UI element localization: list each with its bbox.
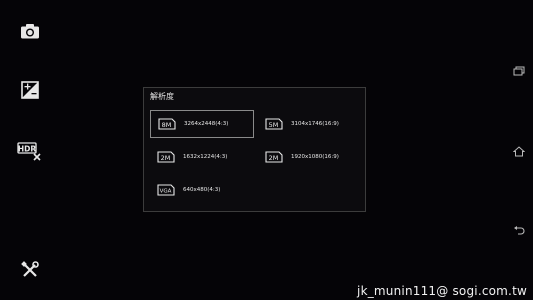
resolution-8m-icon: 8M bbox=[158, 118, 176, 130]
svg-text:8M: 8M bbox=[162, 121, 172, 129]
camera-controls-rail: HDR bbox=[0, 0, 60, 300]
recent-apps-icon[interactable] bbox=[511, 64, 527, 78]
settings-tools-icon[interactable] bbox=[16, 258, 44, 282]
resolution-option-2m-4x3[interactable]: 2M 1632x1224(4:3) bbox=[150, 143, 254, 171]
svg-text:2M: 2M bbox=[161, 154, 171, 162]
hdr-text: HDR bbox=[18, 145, 37, 154]
resolution-label: 1920x1080(16:9) bbox=[291, 154, 339, 160]
resolution-label: 1632x1224(4:3) bbox=[183, 154, 228, 160]
resolution-5m-icon: 5M bbox=[265, 118, 283, 130]
home-icon[interactable] bbox=[511, 144, 527, 158]
resolution-option-8m[interactable]: 8M 3264x2448(4:3) bbox=[150, 110, 254, 138]
resolution-dialog: 解析度 8M 3264x2448(4:3) 5M 3104x1746(16:9)… bbox=[143, 87, 366, 212]
svg-text:5M: 5M bbox=[269, 121, 279, 129]
resolution-option-vga[interactable]: VGA 640x480(4:3) bbox=[150, 176, 254, 204]
resolution-vga-icon: VGA bbox=[157, 184, 175, 196]
watermark-text: jk_munin111@ sogi.com.tw bbox=[357, 284, 527, 298]
back-icon[interactable] bbox=[511, 224, 527, 238]
resolution-label: 3104x1746(16:9) bbox=[291, 121, 339, 127]
camera-icon[interactable] bbox=[16, 19, 44, 43]
resolution-option-5m[interactable]: 5M 3104x1746(16:9) bbox=[258, 110, 362, 138]
resolution-2m-icon: 2M bbox=[157, 151, 175, 163]
navigation-bar bbox=[503, 0, 533, 300]
svg-text:2M: 2M bbox=[269, 154, 279, 162]
hdr-off-icon[interactable]: HDR bbox=[16, 139, 44, 163]
svg-text:VGA: VGA bbox=[160, 189, 172, 195]
resolution-label: 640x480(4:3) bbox=[183, 187, 221, 193]
dialog-title: 解析度 bbox=[150, 92, 174, 101]
exposure-icon[interactable] bbox=[16, 78, 44, 102]
resolution-label: 3264x2448(4:3) bbox=[184, 121, 229, 127]
resolution-2m-icon: 2M bbox=[265, 151, 283, 163]
resolution-option-2m-16x9[interactable]: 2M 1920x1080(16:9) bbox=[258, 143, 362, 171]
